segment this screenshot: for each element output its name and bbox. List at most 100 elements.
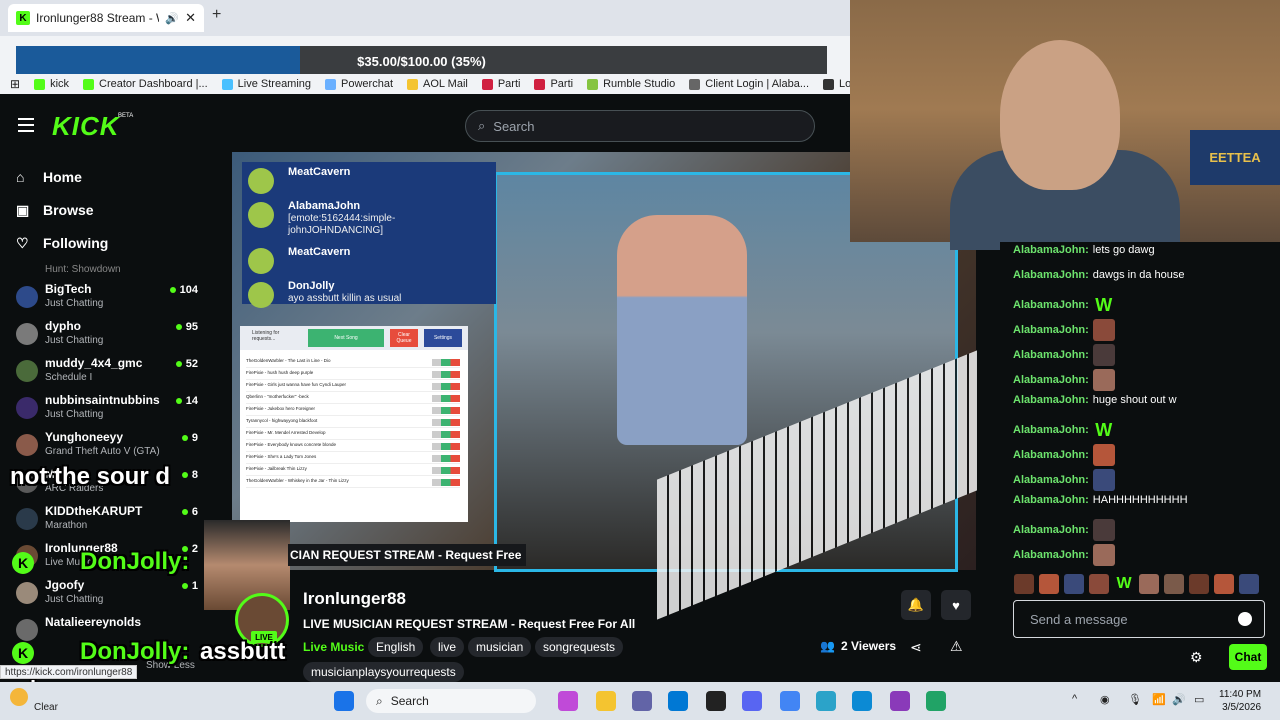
channel-viewer-count: 52: [185, 358, 198, 370]
chat-username[interactable]: AlabamaJohn:: [1013, 549, 1089, 561]
emote-shortcut-icon[interactable]: W: [1114, 574, 1134, 594]
bookmark-item[interactable]: Login: [823, 78, 850, 90]
nav-following[interactable]: ♡ Following: [16, 235, 108, 251]
menu-icon[interactable]: [18, 118, 34, 132]
channel-category: Grand Theft Auto V (GTA): [45, 446, 160, 457]
bookmark-item[interactable]: Live Streaming: [221, 78, 311, 90]
nav-browse[interactable]: ▣ Browse: [16, 202, 94, 218]
emoji-picker-icon[interactable]: [1238, 612, 1252, 626]
file-explorer-icon[interactable]: [596, 691, 616, 711]
chat-username[interactable]: AlabamaJohn:: [1013, 349, 1089, 361]
bookmark-item[interactable]: AOL Mail: [407, 78, 468, 90]
chat-username[interactable]: AlabamaJohn:: [1013, 449, 1089, 461]
request-row-text: FirePixie - She's a Lady Tom Jones: [246, 454, 317, 459]
streamer-name[interactable]: Ironlunger88: [303, 589, 406, 609]
bookmark-item[interactable]: Parti: [534, 78, 573, 90]
sidebar-channel[interactable]: nubbinsaintnubbins Just Chatting 14: [16, 393, 200, 429]
emote-shortcut-icon[interactable]: [1139, 574, 1159, 594]
edge-icon[interactable]: [852, 691, 872, 711]
emote-shortcut-icon[interactable]: [1164, 574, 1184, 594]
stream-tag[interactable]: English: [368, 637, 424, 657]
emote-shortcut-icon[interactable]: [1064, 574, 1084, 594]
notifications-bell-button[interactable]: 🔔: [901, 590, 931, 620]
sidebar-channel[interactable]: BigTech Just Chatting 104: [16, 282, 200, 318]
obs-icon[interactable]: [706, 691, 726, 711]
wifi-icon[interactable]: 📶: [1152, 693, 1166, 706]
app-icon[interactable]: [890, 691, 910, 711]
browser-tab[interactable]: K Ironlunger88 Stream - Watc 🔊 ✕: [8, 4, 204, 32]
send-chat-button[interactable]: Chat: [1229, 644, 1267, 670]
clear-queue-button: Clear Queue: [390, 329, 418, 347]
tray-chevron-icon[interactable]: ^: [1072, 693, 1077, 705]
emote-shortcut-icon[interactable]: [1189, 574, 1209, 594]
sidebar: ⌂ Home ▣ Browse ♡ Following Hunt: Showdo…: [0, 152, 214, 682]
channel-avatar: [16, 360, 38, 382]
stream-tag[interactable]: songrequests: [535, 637, 624, 657]
stream-tag[interactable]: musician: [468, 637, 532, 657]
microphone-icon[interactable]: 🎙: [1128, 693, 1142, 706]
store-icon[interactable]: [668, 691, 688, 711]
close-tab-icon[interactable]: ✕: [185, 10, 196, 26]
system-clock[interactable]: 11:40 PM 3/5/2026: [1219, 688, 1261, 714]
chat-username[interactable]: AlabamaJohn:: [1013, 299, 1089, 311]
nav-home[interactable]: ⌂ Home: [16, 169, 82, 185]
channel-name: muddy_4x4_gmc: [45, 356, 143, 370]
sidebar-channel[interactable]: KIDDtheKARUPT Marathon 6: [16, 504, 200, 540]
chat-username[interactable]: AlabamaJohn:: [1013, 524, 1089, 536]
kick-favicon-icon: K: [16, 11, 30, 25]
apps-grid-icon[interactable]: ⊞: [10, 77, 20, 91]
bookmark-item[interactable]: Rumble Studio: [587, 78, 675, 90]
weather-text: Clear: [34, 701, 58, 713]
stream-tag[interactable]: live: [430, 637, 465, 657]
sidebar-channel[interactable]: Jgoofy Just Chatting 1: [16, 578, 200, 614]
bookmark-item[interactable]: kick: [34, 78, 69, 90]
stream-category[interactable]: Live Music: [303, 640, 364, 654]
excel-icon[interactable]: [926, 691, 946, 711]
emote-shortcut-icon[interactable]: [1014, 574, 1034, 594]
follow-heart-button[interactable]: ♥: [941, 590, 971, 620]
volume-icon[interactable]: 🔊: [1172, 693, 1186, 706]
emote-shortcut-icon[interactable]: [1214, 574, 1234, 594]
chat-username[interactable]: AlabamaJohn:: [1013, 324, 1089, 336]
bookmark-item[interactable]: Creator Dashboard |...: [83, 78, 208, 90]
sidebar-channel[interactable]: muddy_4x4_gmc Schedule I 52: [16, 356, 200, 392]
bookmark-item[interactable]: Client Login | Alaba...: [689, 78, 809, 90]
kick-logo[interactable]: KICK: [52, 111, 120, 142]
chat-username[interactable]: AlabamaJohn:: [1013, 374, 1089, 386]
teams-icon[interactable]: [632, 691, 652, 711]
channel-name: KIDDtheKARUPT: [45, 504, 143, 518]
bookmark-item[interactable]: Powerchat: [325, 78, 393, 90]
windows-start-icon[interactable]: [334, 691, 354, 711]
bookmark-item[interactable]: Parti: [481, 78, 520, 90]
request-row-actions: [432, 455, 460, 462]
chat-username[interactable]: AlabamaJohn:: [1013, 394, 1089, 406]
emote-shortcut-icon[interactable]: [1089, 574, 1109, 594]
copilot-icon[interactable]: [558, 691, 578, 711]
report-warning-icon[interactable]: ⚠: [950, 638, 963, 655]
battery-icon[interactable]: ▭: [1194, 693, 1204, 706]
app-icon[interactable]: [816, 691, 836, 711]
sidebar-channel[interactable]: dypho Just Chatting 95: [16, 319, 200, 355]
taskbar-search[interactable]: ⌕ Search: [366, 689, 536, 713]
bookmark-label: Creator Dashboard |...: [99, 78, 208, 90]
speaker-icon[interactable]: 🔊: [165, 12, 179, 25]
weather-widget[interactable]: Clear: [10, 688, 58, 713]
chat-username[interactable]: AlabamaJohn:: [1013, 474, 1089, 486]
chat-username[interactable]: AlabamaJohn:: [1013, 494, 1089, 506]
new-tab-button[interactable]: +: [212, 6, 221, 24]
webcam-person-face: [1000, 40, 1120, 190]
network-icon[interactable]: ◉: [1100, 693, 1110, 706]
chat-settings-icon[interactable]: ⚙: [1190, 649, 1203, 666]
chat-username[interactable]: AlabamaJohn:: [1013, 269, 1089, 281]
stream-tag[interactable]: musicianplaysyourrequests: [303, 662, 464, 682]
sidebar-channel[interactable]: Yunghoneeyy Grand Theft Auto V (GTA) 9: [16, 430, 200, 466]
emote-shortcut-icon[interactable]: [1239, 574, 1259, 594]
chat-username[interactable]: AlabamaJohn:: [1013, 244, 1089, 256]
chat-message-input[interactable]: Send a message: [1013, 600, 1265, 638]
chat-username[interactable]: AlabamaJohn:: [1013, 424, 1089, 436]
discord-icon[interactable]: [742, 691, 762, 711]
emote-shortcut-icon[interactable]: [1039, 574, 1059, 594]
share-icon[interactable]: ⋖: [910, 639, 922, 656]
search-input[interactable]: ⌕ Search: [465, 110, 815, 142]
chrome-icon[interactable]: [780, 691, 800, 711]
